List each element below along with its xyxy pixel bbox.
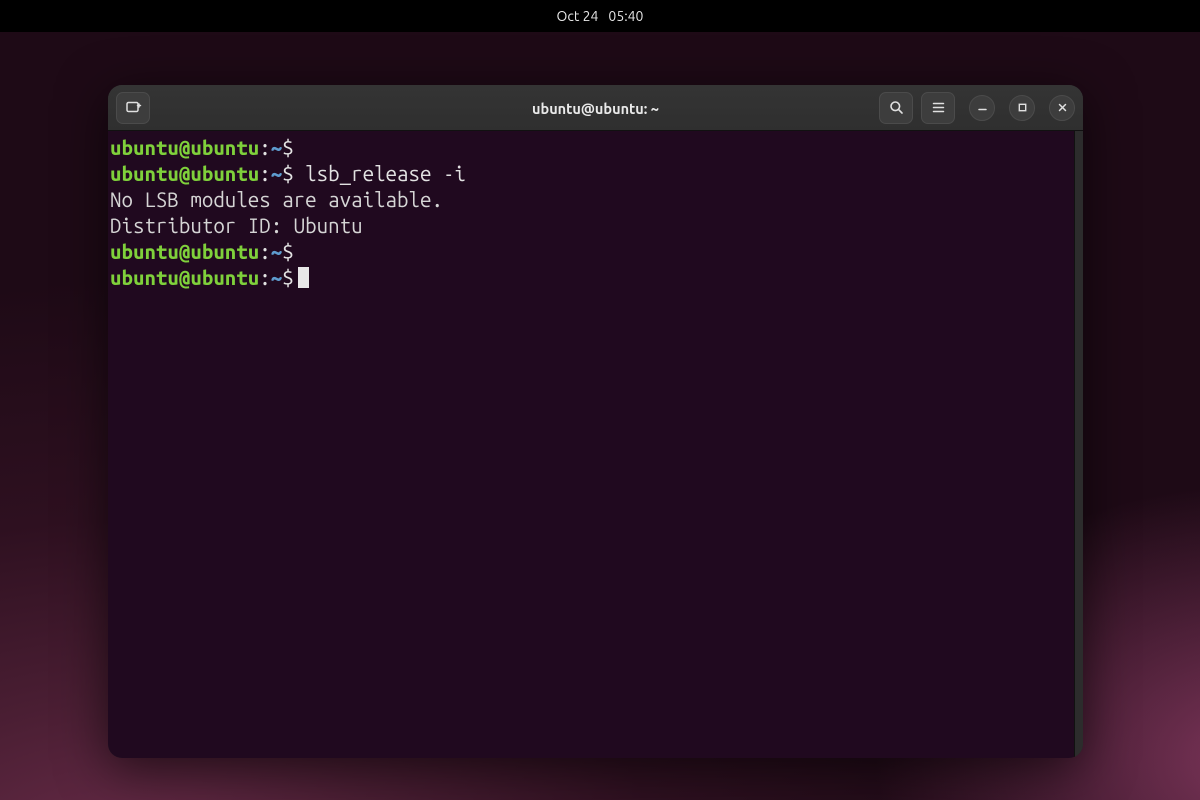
command-text: lsb_release -i [294,162,466,185]
cursor [298,267,309,288]
prompt-userhost: ubuntu@ubuntu [110,162,259,185]
scrollbar[interactable] [1074,131,1083,758]
menu-button[interactable] [921,92,955,124]
prompt-colon: : [259,240,270,263]
terminal-line: ubuntu@ubuntu:~$ [110,135,1068,161]
prompt-userhost: ubuntu@ubuntu [110,136,259,159]
prompt-path: ~ [271,136,282,159]
prompt-colon: : [259,266,270,289]
prompt-path: ~ [271,240,282,263]
close-icon [1057,102,1068,113]
prompt-path: ~ [271,162,282,185]
prompt-dollar: $ [282,266,293,289]
prompt-colon: : [259,136,270,159]
window-titlebar[interactable]: ubuntu@ubuntu: ~ [108,85,1083,131]
close-button[interactable] [1049,95,1075,121]
search-icon [889,100,904,115]
hamburger-icon [931,100,946,115]
search-button[interactable] [879,92,913,124]
clock-time: 05:40 [608,8,643,24]
prompt-userhost: ubuntu@ubuntu [110,240,259,263]
terminal-line: ubuntu@ubuntu:~$ [110,239,1068,265]
prompt-colon: : [259,162,270,185]
output-line: Distributor ID: Ubuntu [110,213,1068,239]
clock-date: Oct 24 [557,8,599,24]
terminal-window: ubuntu@ubuntu: ~ ubuntu@ubuntu:~$ubuntu@… [108,85,1083,758]
new-tab-button[interactable] [116,92,150,124]
prompt-dollar: $ [282,136,293,159]
prompt-userhost: ubuntu@ubuntu [110,266,259,289]
terminal-line: ubuntu@ubuntu:~$ [110,265,1068,291]
gnome-top-bar[interactable]: Oct 24 05:40 [0,0,1200,32]
terminal-content[interactable]: ubuntu@ubuntu:~$ubuntu@ubuntu:~$ lsb_rel… [108,131,1074,758]
minimize-button[interactable] [969,95,995,121]
new-tab-icon [125,99,142,116]
maximize-icon [1017,102,1028,113]
output-line: No LSB modules are available. [110,187,1068,213]
prompt-dollar: $ [282,162,293,185]
clock[interactable]: Oct 24 05:40 [557,8,644,24]
terminal-line: ubuntu@ubuntu:~$ lsb_release -i [110,161,1068,187]
maximize-button[interactable] [1009,95,1035,121]
minimize-icon [977,102,988,113]
prompt-path: ~ [271,266,282,289]
prompt-dollar: $ [282,240,293,263]
